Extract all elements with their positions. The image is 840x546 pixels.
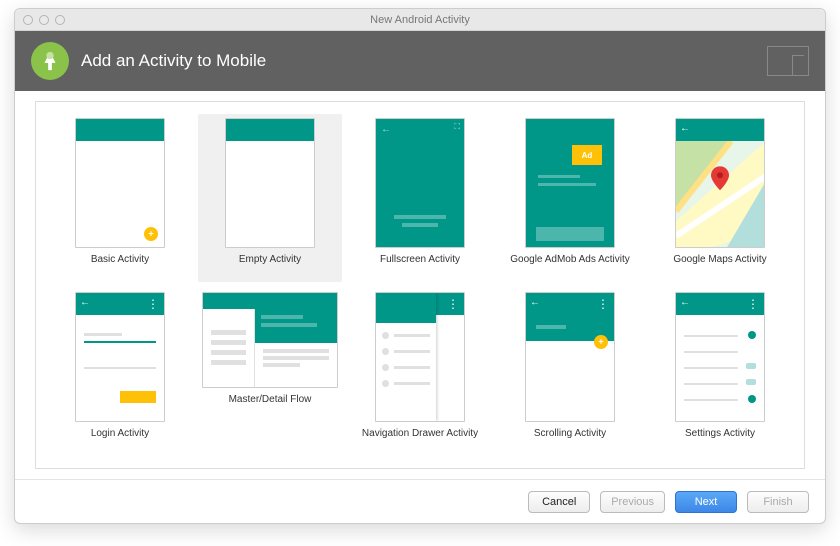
form-factor-icon (767, 46, 809, 76)
activity-label: Master/Detail Flow (229, 394, 312, 405)
finish-button[interactable]: Finish (747, 491, 809, 513)
activity-label: Google Maps Activity (673, 254, 766, 265)
activity-thumb (675, 118, 765, 248)
activity-thumb (525, 292, 615, 422)
window-controls (23, 15, 65, 25)
activity-tile-maps[interactable]: Google Maps Activity (648, 114, 792, 282)
activity-tile-settings[interactable]: Settings Activity (648, 288, 792, 456)
activity-tile-master-detail[interactable]: Master/Detail Flow (198, 288, 342, 456)
dialog-window: New Android Activity Add an Activity to … (14, 8, 826, 524)
wizard-header: Add an Activity to Mobile (15, 31, 825, 91)
activity-tile-navdrawer[interactable]: Navigation Drawer Activity (348, 288, 492, 456)
activity-label: Navigation Drawer Activity (362, 428, 478, 439)
gallery-container: Basic Activity Empty Activity ← ⛶ Fullsc… (15, 91, 825, 479)
activity-thumb (75, 292, 165, 422)
zoom-dot[interactable] (55, 15, 65, 25)
previous-button[interactable]: Previous (600, 491, 665, 513)
activity-tile-scrolling[interactable]: Scrolling Activity (498, 288, 642, 456)
next-button[interactable]: Next (675, 491, 737, 513)
back-arrow-icon: ← (381, 124, 391, 135)
android-studio-logo-icon (31, 42, 69, 80)
activity-thumb (375, 292, 465, 422)
window-title: New Android Activity (370, 14, 470, 26)
activity-label: Basic Activity (91, 254, 149, 265)
wizard-title: Add an Activity to Mobile (81, 51, 266, 71)
activity-label: Login Activity (91, 428, 149, 439)
minimize-dot[interactable] (39, 15, 49, 25)
activity-thumb (75, 118, 165, 248)
activity-tile-login[interactable]: Login Activity (48, 288, 192, 456)
activity-gallery: Basic Activity Empty Activity ← ⛶ Fullsc… (35, 101, 805, 469)
close-dot[interactable] (23, 15, 33, 25)
activity-label: Google AdMob Ads Activity (510, 254, 630, 265)
activity-thumb: Ad (525, 118, 615, 248)
activity-thumb (675, 292, 765, 422)
activity-tile-empty[interactable]: Empty Activity (198, 114, 342, 282)
activity-tile-basic[interactable]: Basic Activity (48, 114, 192, 282)
activity-thumb (225, 118, 315, 248)
activity-label: Fullscreen Activity (380, 254, 460, 265)
activity-label: Scrolling Activity (534, 428, 606, 439)
activity-thumb (202, 292, 338, 388)
activity-thumb: ← ⛶ (375, 118, 465, 248)
ad-badge: Ad (572, 145, 602, 165)
activity-tile-admob[interactable]: Ad Google AdMob Ads Activity (498, 114, 642, 282)
map-pin-icon (711, 166, 729, 190)
activity-label: Settings Activity (685, 428, 755, 439)
cancel-button[interactable]: Cancel (528, 491, 590, 513)
activity-tile-fullscreen[interactable]: ← ⛶ Fullscreen Activity (348, 114, 492, 282)
activity-label: Empty Activity (239, 254, 301, 265)
wizard-footer: Cancel Previous Next Finish (15, 479, 825, 523)
titlebar: New Android Activity (15, 9, 825, 31)
fullscreen-icon: ⛶ (454, 122, 460, 132)
